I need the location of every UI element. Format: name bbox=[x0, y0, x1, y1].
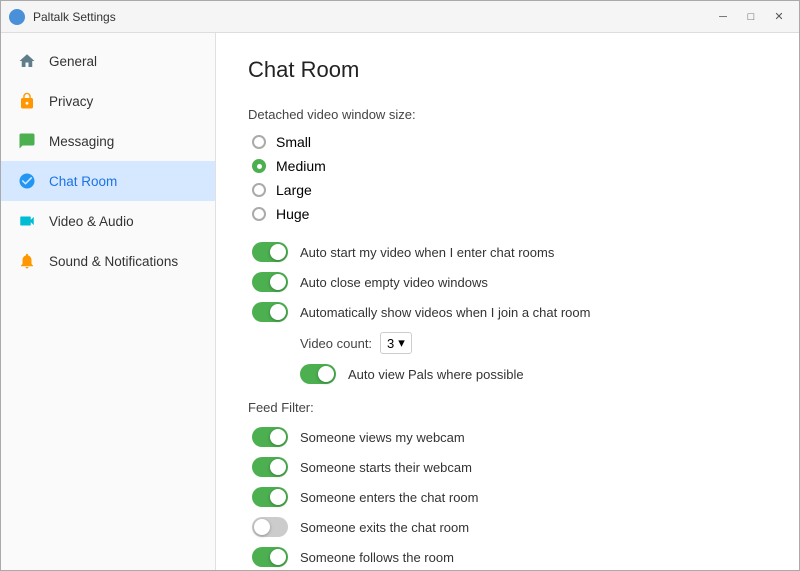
toggle-webcam-start-knob bbox=[270, 459, 286, 475]
feed-filter-webcam-view: Someone views my webcam bbox=[248, 427, 767, 447]
toggle-autoshow-video: Automatically show videos when I join a … bbox=[248, 302, 767, 322]
sidebar-messaging-label: Messaging bbox=[49, 134, 114, 149]
toggle-autostart-video: Auto start my video when I enter chat ro… bbox=[248, 242, 767, 262]
app-icon bbox=[9, 9, 25, 25]
sidebar-item-chatroom[interactable]: Chat Room bbox=[1, 161, 215, 201]
minimize-button[interactable]: ─ bbox=[711, 7, 735, 27]
toggle-exits-room-knob bbox=[254, 519, 270, 535]
toggle-autoshow-switch[interactable] bbox=[252, 302, 288, 322]
bell-icon bbox=[17, 251, 37, 271]
toggle-webcam-start-switch[interactable] bbox=[252, 457, 288, 477]
sidebar: General Privacy Messaging Chat Room bbox=[1, 33, 216, 570]
main-content: Chat Room Detached video window size: Sm… bbox=[216, 33, 799, 570]
home-icon bbox=[17, 51, 37, 71]
radio-huge-circle bbox=[252, 207, 266, 221]
sidebar-general-label: General bbox=[49, 54, 97, 69]
video-count-select[interactable]: 3 ▾ bbox=[380, 332, 412, 354]
window-controls: ─ □ ✕ bbox=[711, 7, 791, 27]
sidebar-item-soundnotif[interactable]: Sound & Notifications bbox=[1, 241, 215, 281]
toggle-autoclose-video: Auto close empty video windows bbox=[248, 272, 767, 292]
messaging-icon bbox=[17, 131, 37, 151]
feed-filter-follows-room: Someone follows the room bbox=[248, 547, 767, 567]
maximize-button[interactable]: □ bbox=[739, 7, 763, 27]
toggle-enters-room-switch[interactable] bbox=[252, 487, 288, 507]
toggle-autostart-knob bbox=[270, 244, 286, 260]
toggle-enters-room-knob bbox=[270, 489, 286, 505]
toggle-autoclose-knob bbox=[270, 274, 286, 290]
video-icon bbox=[17, 211, 37, 231]
auto-view-row: Auto view Pals where possible bbox=[248, 364, 767, 384]
close-button[interactable]: ✕ bbox=[767, 7, 791, 27]
sidebar-soundnotif-label: Sound & Notifications bbox=[49, 254, 178, 269]
radio-large-circle bbox=[252, 183, 266, 197]
toggle-follows-room-label: Someone follows the room bbox=[300, 550, 454, 565]
toggle-webcam-view-switch[interactable] bbox=[252, 427, 288, 447]
page-title: Chat Room bbox=[248, 57, 767, 83]
content-area: General Privacy Messaging Chat Room bbox=[1, 33, 799, 570]
feed-filter-enters-room: Someone enters the chat room bbox=[248, 487, 767, 507]
lock-icon bbox=[17, 91, 37, 111]
toggle-autoshow-label: Automatically show videos when I join a … bbox=[300, 305, 590, 320]
sidebar-item-videoaudio[interactable]: Video & Audio bbox=[1, 201, 215, 241]
video-count-row: Video count: 3 ▾ bbox=[248, 332, 767, 354]
radio-small[interactable]: Small bbox=[252, 134, 767, 150]
video-size-radio-group: Small Medium Large Huge bbox=[248, 134, 767, 222]
radio-huge[interactable]: Huge bbox=[252, 206, 767, 222]
sidebar-privacy-label: Privacy bbox=[49, 94, 93, 109]
video-count-label: Video count: bbox=[300, 336, 372, 351]
toggle-webcam-view-knob bbox=[270, 429, 286, 445]
toggle-follows-room-switch[interactable] bbox=[252, 547, 288, 567]
app-window: Paltalk Settings ─ □ ✕ General Privacy bbox=[0, 0, 800, 571]
video-window-section-label: Detached video window size: bbox=[248, 107, 767, 122]
toggle-webcam-start-label: Someone starts their webcam bbox=[300, 460, 472, 475]
toggle-autoview-switch[interactable] bbox=[300, 364, 336, 384]
sidebar-item-privacy[interactable]: Privacy bbox=[1, 81, 215, 121]
toggle-autoview-knob bbox=[318, 366, 334, 382]
toggle-autoshow-knob bbox=[270, 304, 286, 320]
toggle-enters-room-label: Someone enters the chat room bbox=[300, 490, 479, 505]
feed-filter-label: Feed Filter: bbox=[248, 400, 767, 415]
toggle-exits-room-switch[interactable] bbox=[252, 517, 288, 537]
feed-filter-exits-room: Someone exits the chat room bbox=[248, 517, 767, 537]
sidebar-chatroom-label: Chat Room bbox=[49, 174, 117, 189]
radio-medium[interactable]: Medium bbox=[252, 158, 767, 174]
toggle-follows-room-knob bbox=[270, 549, 286, 565]
toggle-autoclose-label: Auto close empty video windows bbox=[300, 275, 488, 290]
feed-filter-webcam-start: Someone starts their webcam bbox=[248, 457, 767, 477]
sidebar-videoaudio-label: Video & Audio bbox=[49, 214, 134, 229]
toggle-exits-room-label: Someone exits the chat room bbox=[300, 520, 469, 535]
window-title: Paltalk Settings bbox=[33, 10, 116, 24]
chevron-down-icon: ▾ bbox=[398, 335, 405, 351]
toggle-autoview: Auto view Pals where possible bbox=[300, 364, 767, 384]
toggle-autostart-switch[interactable] bbox=[252, 242, 288, 262]
radio-huge-label: Huge bbox=[276, 206, 309, 222]
radio-medium-circle bbox=[252, 159, 266, 173]
radio-small-label: Small bbox=[276, 134, 311, 150]
toggle-autoview-label: Auto view Pals where possible bbox=[348, 367, 524, 382]
chatroom-icon bbox=[17, 171, 37, 191]
toggle-autoclose-switch[interactable] bbox=[252, 272, 288, 292]
toggle-webcam-view-label: Someone views my webcam bbox=[300, 430, 465, 445]
radio-small-circle bbox=[252, 135, 266, 149]
radio-medium-label: Medium bbox=[276, 158, 326, 174]
title-bar-left: Paltalk Settings bbox=[9, 9, 116, 25]
video-count-value: 3 bbox=[387, 336, 394, 351]
sidebar-item-general[interactable]: General bbox=[1, 41, 215, 81]
radio-large-label: Large bbox=[276, 182, 312, 198]
title-bar: Paltalk Settings ─ □ ✕ bbox=[1, 1, 799, 33]
radio-large[interactable]: Large bbox=[252, 182, 767, 198]
sidebar-item-messaging[interactable]: Messaging bbox=[1, 121, 215, 161]
toggle-autostart-label: Auto start my video when I enter chat ro… bbox=[300, 245, 554, 260]
